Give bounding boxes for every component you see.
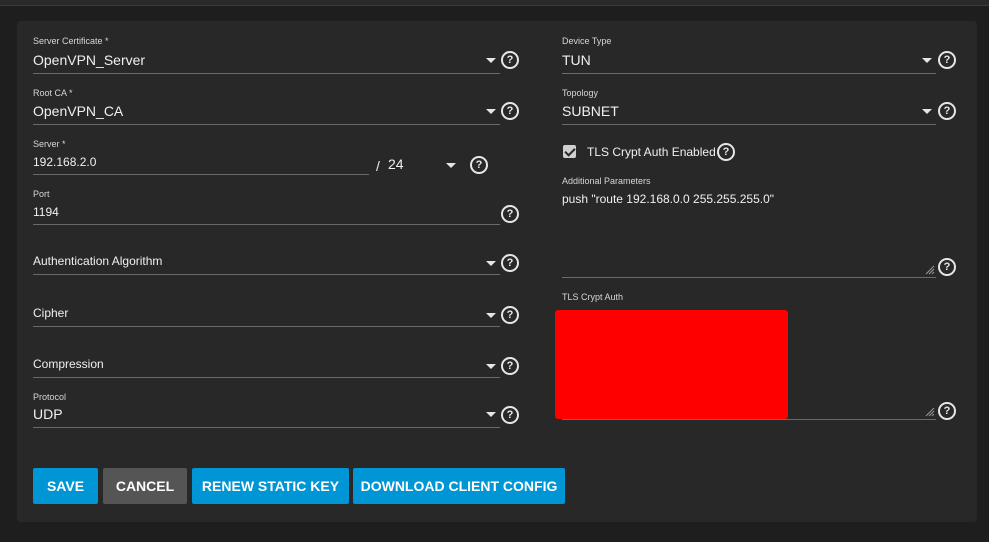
help-icon[interactable]: ?: [938, 102, 956, 120]
cipher-underline: [33, 326, 500, 327]
topology-value: SUBNET: [562, 103, 619, 119]
save-button[interactable]: SAVE: [33, 468, 98, 504]
port-input[interactable]: 1194: [33, 205, 59, 219]
port-underline: [33, 224, 500, 225]
port-label: Port: [33, 189, 50, 199]
help-icon[interactable]: ?: [501, 254, 519, 272]
device-type-label: Device Type: [562, 36, 612, 46]
auth-algorithm-placeholder: Authentication Algorithm: [33, 254, 163, 268]
netmask-separator: /: [376, 158, 380, 174]
openvpn-server-form: Server Certificate * OpenVPN_Server ? Ro…: [17, 21, 977, 522]
device-type-value: TUN: [562, 52, 591, 68]
help-icon[interactable]: ?: [470, 156, 488, 174]
help-icon[interactable]: ?: [938, 402, 956, 420]
protocol-value: UDP: [33, 406, 63, 422]
additional-parameters-underline: [562, 277, 936, 278]
compression-placeholder: Compression: [33, 357, 104, 371]
port-field: Port 1194 ?: [33, 189, 523, 229]
root-ca-underline: [33, 124, 500, 125]
resize-handle-icon[interactable]: [925, 407, 935, 417]
top-bar: [0, 0, 989, 6]
server-certificate-underline: [33, 73, 500, 74]
tls-crypt-auth-enabled-checkbox[interactable]: TLS Crypt Auth Enabled ?: [562, 142, 962, 166]
help-icon[interactable]: ?: [501, 102, 519, 120]
help-icon[interactable]: ?: [501, 205, 519, 223]
chevron-down-icon[interactable]: [922, 58, 932, 63]
compression-underline: [33, 377, 500, 378]
help-icon[interactable]: ?: [501, 357, 519, 375]
cancel-button[interactable]: CANCEL: [103, 468, 187, 504]
chevron-down-icon[interactable]: [486, 58, 496, 63]
root-ca-select[interactable]: Root CA * OpenVPN_CA ?: [33, 88, 523, 128]
resize-handle-icon[interactable]: [925, 265, 935, 275]
auth-algorithm-underline: [33, 274, 500, 275]
device-type-underline: [562, 73, 936, 74]
help-icon[interactable]: ?: [501, 306, 519, 324]
server-underline: [33, 174, 369, 175]
chevron-down-icon[interactable]: [486, 364, 496, 369]
chevron-down-icon[interactable]: [446, 163, 456, 168]
help-icon[interactable]: ?: [501, 51, 519, 69]
cipher-placeholder: Cipher: [33, 306, 69, 320]
help-icon[interactable]: ?: [501, 406, 519, 424]
help-icon[interactable]: ?: [938, 51, 956, 69]
protocol-label: Protocol: [33, 392, 67, 402]
tls-crypt-auth-underline: [562, 419, 936, 420]
protocol-underline: [33, 427, 500, 428]
root-ca-value: OpenVPN_CA: [33, 103, 124, 119]
server-certificate-label: Server Certificate *: [33, 36, 109, 46]
server-field: Server * 192.168.2.0 / 24 ?: [33, 139, 523, 179]
server-label: Server *: [33, 139, 66, 149]
chevron-down-icon[interactable]: [922, 109, 932, 114]
tls-crypt-auth-enabled-label: TLS Crypt Auth Enabled: [587, 145, 716, 159]
help-icon[interactable]: ?: [717, 143, 735, 161]
chevron-down-icon[interactable]: [486, 261, 496, 266]
topology-label: Topology: [562, 88, 599, 98]
cipher-select[interactable]: Cipher ?: [33, 301, 523, 331]
server-certificate-value: OpenVPN_Server: [33, 52, 146, 68]
chevron-down-icon[interactable]: [486, 412, 496, 417]
compression-select[interactable]: Compression ?: [33, 352, 523, 382]
netmask-select[interactable]: 24: [388, 156, 404, 172]
download-client-config-button[interactable]: DOWNLOAD CLIENT CONFIG: [353, 468, 565, 504]
server-certificate-select[interactable]: Server Certificate * OpenVPN_Server ?: [33, 36, 523, 76]
chevron-down-icon[interactable]: [486, 109, 496, 114]
additional-parameters-label: Additional Parameters: [562, 176, 651, 186]
topology-underline: [562, 124, 936, 125]
chevron-down-icon[interactable]: [486, 313, 496, 318]
device-type-select[interactable]: Device Type TUN ?: [562, 36, 962, 76]
additional-parameters-field: Additional Parameters push "route 192.16…: [562, 176, 962, 286]
help-icon[interactable]: ?: [938, 258, 956, 276]
additional-parameters-textarea[interactable]: push "route 192.168.0.0 255.255.255.0": [562, 192, 774, 206]
topology-select[interactable]: Topology SUBNET ?: [562, 88, 962, 128]
redacted-tls-crypt-auth-textarea[interactable]: [555, 310, 788, 419]
renew-static-key-button[interactable]: RENEW STATIC KEY: [192, 468, 349, 504]
server-input[interactable]: 192.168.2.0: [33, 155, 96, 169]
checkbox-checked-icon[interactable]: [563, 145, 576, 158]
protocol-select[interactable]: Protocol UDP ?: [33, 392, 523, 432]
tls-crypt-auth-label: TLS Crypt Auth: [562, 292, 624, 302]
root-ca-label: Root CA *: [33, 88, 73, 98]
auth-algorithm-select[interactable]: Authentication Algorithm ?: [33, 249, 523, 279]
